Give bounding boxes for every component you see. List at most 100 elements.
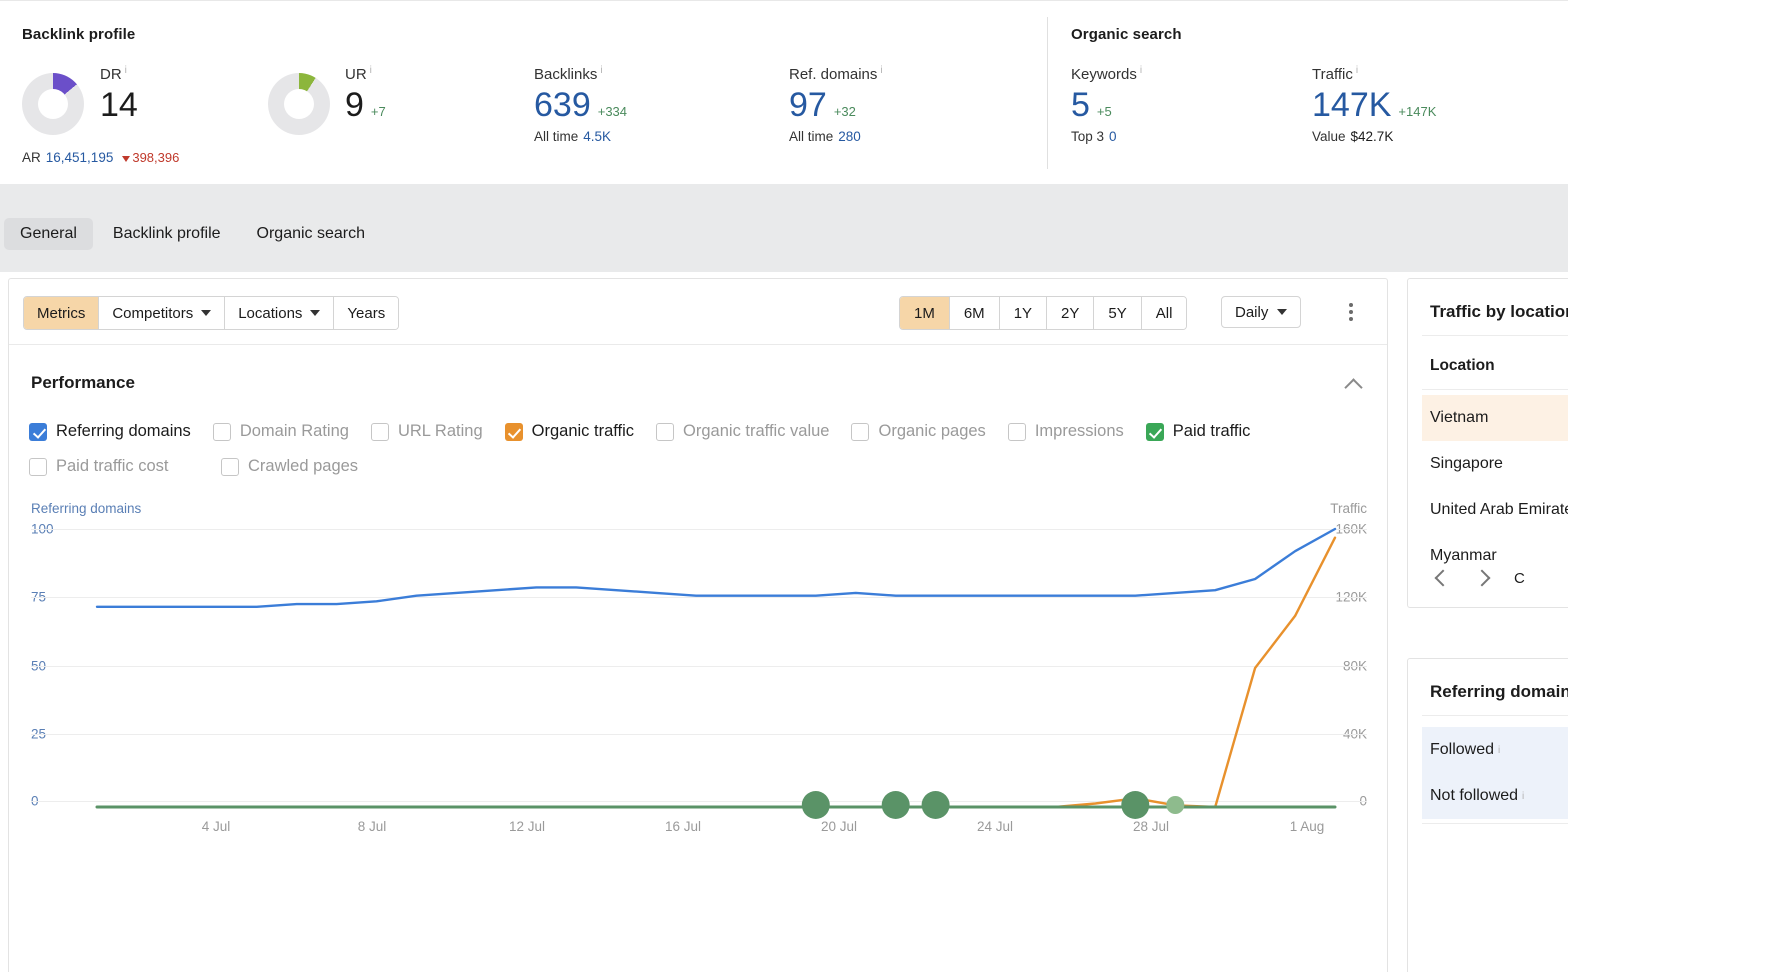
legend-referring-domains[interactable]: Referring domains	[29, 422, 191, 441]
divider	[1422, 389, 1568, 390]
x-tick: 12 Jul	[508, 819, 546, 834]
metrics-filter-button[interactable]: Metrics	[24, 297, 100, 329]
location-name: Vietnam	[1430, 409, 1489, 426]
pagination-controls: C	[1430, 567, 1525, 589]
metric-traffic-value[interactable]: 147K	[1312, 85, 1391, 125]
legend-label: Domain Rating	[239, 422, 349, 440]
x-tick: 4 Jul	[201, 819, 231, 834]
range-all-button[interactable]: All	[1141, 297, 1187, 329]
legend-domain-rating[interactable]: Domain Rating	[212, 422, 349, 441]
table-row[interactable]: Followed i	[1422, 727, 1568, 773]
info-icon[interactable]: i	[370, 65, 372, 76]
divider	[1422, 335, 1568, 336]
chevron-right-icon[interactable]	[1472, 567, 1494, 589]
legend-url-rating[interactable]: URL Rating	[370, 422, 483, 441]
metric-ur-value: 9	[345, 86, 364, 124]
chevron-down-icon	[201, 310, 212, 316]
legend-organic-pages[interactable]: Organic pages	[851, 422, 986, 441]
legend-label: URL Rating	[397, 422, 483, 440]
referring-domains-title: Referring domains	[1430, 682, 1568, 701]
location-name: Myanmar	[1430, 547, 1497, 564]
table-row[interactable]: Vietnam	[1422, 395, 1568, 441]
metric-keywords-value[interactable]: 5	[1071, 85, 1090, 125]
range-5y-button[interactable]: 5Y	[1094, 297, 1142, 329]
event-marker[interactable]	[801, 791, 830, 819]
range-1m-button[interactable]: 1M	[900, 297, 950, 329]
legend-crawled-pages[interactable]: Crawled pages	[221, 457, 358, 476]
tab-general[interactable]: General	[4, 218, 93, 250]
legend-organic-traffic[interactable]: Organic traffic	[504, 422, 634, 441]
more-options-icon[interactable]	[1339, 299, 1363, 325]
legend-label: Organic traffic value	[683, 422, 830, 440]
legend-paid-traffic-cost[interactable]: Paid traffic cost	[29, 457, 199, 476]
metric-backlinks-value[interactable]: 639	[534, 85, 591, 125]
info-icon[interactable]: i	[600, 65, 602, 76]
pagination-label[interactable]: C	[1514, 570, 1525, 587]
backlink-profile-group-title: Backlink profile	[22, 26, 136, 43]
info-icon[interactable]: i	[880, 65, 882, 76]
metric-ref-domains-value[interactable]: 97	[789, 85, 827, 125]
checkbox-icon[interactable]	[1007, 422, 1026, 441]
not-followed-label: Not followed	[1430, 787, 1519, 804]
legend-label: Impressions	[1034, 422, 1124, 440]
metric-traffic: Traffic i 147K +147K Value $42.7K	[1312, 65, 1436, 144]
checkbox-icon[interactable]	[504, 422, 523, 441]
table-row[interactable]: Singapore	[1422, 441, 1568, 487]
chevron-left-icon[interactable]	[1430, 567, 1452, 589]
traffic-by-location-card: Traffic by location Location Vietnam Sin…	[1407, 278, 1568, 608]
checkbox-icon[interactable]	[212, 422, 231, 441]
checkbox-icon[interactable]	[29, 457, 47, 476]
event-marker[interactable]	[921, 791, 950, 819]
filter-button-group: Metrics Competitors Locations Years	[23, 296, 400, 330]
x-tick: 24 Jul	[976, 819, 1014, 834]
locations-filter-button[interactable]: Locations	[225, 297, 335, 329]
app-viewport: Backlink profile Organic search DR i 14 A…	[0, 0, 1790, 972]
metrics-overview-strip: Backlink profile Organic search DR i 14 A…	[0, 0, 1568, 184]
event-marker[interactable]	[1166, 796, 1185, 814]
x-tick: 8 Jul	[357, 819, 387, 834]
metric-keywords-delta: +5	[1096, 104, 1112, 119]
location-name: United Arab Emirates	[1430, 501, 1568, 518]
metric-ref-domains-sub: All time 280	[789, 129, 861, 144]
x-tick: 16 Jul	[664, 819, 702, 834]
metric-keywords-label: Keywords i	[1071, 65, 1143, 83]
followed-label: Followed	[1430, 741, 1495, 758]
checkbox-icon[interactable]	[29, 422, 47, 441]
checkbox-icon[interactable]	[1145, 422, 1164, 441]
metric-keywords: Keywords i 5 +5 Top 30	[1071, 65, 1142, 144]
legend-label: Referring domains	[56, 422, 191, 440]
series-line	[95, 536, 1337, 809]
chevron-up-icon[interactable]	[1345, 377, 1365, 391]
tab-organic-search[interactable]: Organic search	[241, 218, 382, 250]
traffic-by-location-title: Traffic by location	[1430, 302, 1568, 321]
table-row[interactable]: United Arab Emirates	[1422, 487, 1568, 533]
metric-keywords-sub: Top 30	[1071, 129, 1117, 144]
info-icon[interactable]: i	[1140, 65, 1142, 76]
granularity-dropdown[interactable]: Daily	[1221, 296, 1302, 328]
legend-organic-traffic-value[interactable]: Organic traffic value	[656, 422, 829, 441]
metric-traffic-label: Traffic i	[1312, 65, 1359, 83]
info-icon[interactable]: i	[1498, 745, 1500, 756]
checkbox-icon[interactable]	[221, 457, 239, 476]
range-2y-button[interactable]: 2Y	[1047, 297, 1095, 329]
event-marker[interactable]	[1121, 791, 1150, 819]
range-1y-button[interactable]: 1Y	[999, 297, 1048, 329]
legend-impressions[interactable]: Impressions	[1007, 422, 1124, 441]
tab-backlink-profile[interactable]: Backlink profile	[97, 218, 237, 250]
info-icon[interactable]: i	[1522, 791, 1524, 802]
dr-gauge	[22, 73, 84, 135]
legend-paid-traffic[interactable]: Paid traffic	[1145, 422, 1250, 441]
chart-left-axis-name[interactable]: Referring domains	[31, 501, 141, 516]
metric-dr: DR i 14	[100, 65, 138, 125]
range-6m-button[interactable]: 6M	[949, 297, 1000, 329]
performance-card: Metrics Competitors Locations Years 1M 6…	[8, 278, 1388, 972]
checkbox-icon[interactable]	[370, 422, 389, 441]
checkbox-icon[interactable]	[656, 422, 675, 441]
years-filter-button[interactable]: Years	[334, 297, 399, 329]
info-icon[interactable]: i	[125, 65, 127, 76]
table-row[interactable]: Not followed i	[1422, 773, 1568, 819]
info-icon[interactable]: i	[1356, 65, 1358, 76]
checkbox-icon[interactable]	[851, 422, 870, 441]
competitors-filter-button[interactable]: Competitors	[99, 297, 226, 329]
event-marker[interactable]	[881, 791, 910, 819]
